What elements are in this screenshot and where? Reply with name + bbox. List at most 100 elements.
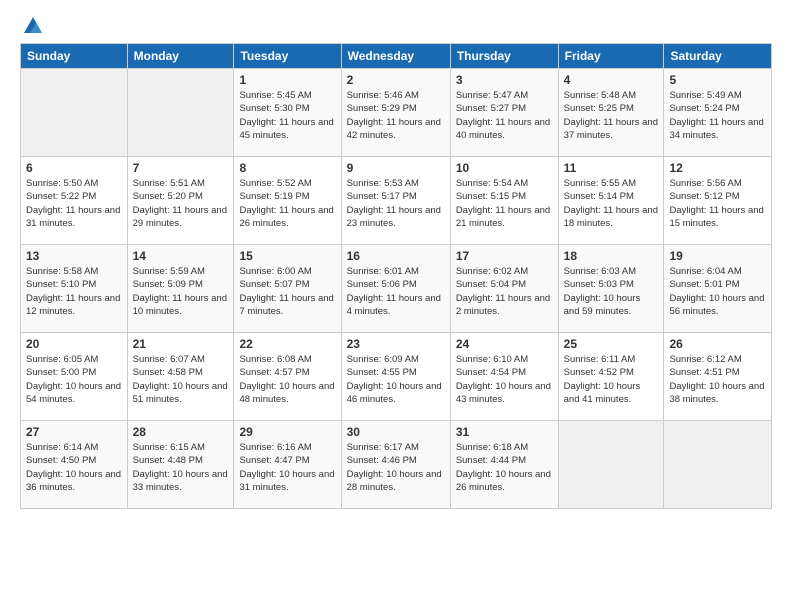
day-info: Sunrise: 6:00 AM Sunset: 5:07 PM Dayligh… [239, 265, 335, 318]
calendar-cell: 15 Sunrise: 6:00 AM Sunset: 5:07 PM Dayli… [234, 245, 341, 333]
calendar-cell: 13 Sunrise: 5:58 AM Sunset: 5:10 PM Dayli… [21, 245, 128, 333]
calendar-cell: 16Sunrise: 6:01 AM Sunset: 5:06 PM Dayli… [341, 245, 450, 333]
day-number: 9 [347, 161, 445, 175]
day-info: Sunrise: 6:15 AM Sunset: 4:48 PM Dayligh… [133, 441, 229, 494]
header [20, 15, 772, 33]
weekday-header: Wednesday [341, 44, 450, 69]
day-number: 30 [347, 425, 445, 439]
calendar-cell: 29 Sunrise: 6:16 AM Sunset: 4:47 PM Dayli… [234, 421, 341, 509]
day-number: 7 [133, 161, 229, 175]
day-info: Sunrise: 6:12 AM Sunset: 4:51 PM Dayligh… [669, 353, 766, 406]
day-info: Sunrise: 6:05 AM Sunset: 5:00 PM Dayligh… [26, 353, 122, 406]
calendar-week-row: 6 Sunrise: 5:50 AM Sunset: 5:22 PM Daylig… [21, 157, 772, 245]
day-number: 6 [26, 161, 122, 175]
day-number: 2 [347, 73, 445, 87]
calendar-cell: 7 Sunrise: 5:51 AM Sunset: 5:20 PM Daylig… [127, 157, 234, 245]
calendar-cell: 31 Sunrise: 6:18 AM Sunset: 4:44 PM Dayli… [450, 421, 558, 509]
calendar-cell [127, 69, 234, 157]
day-info: Sunrise: 5:56 AM Sunset: 5:12 PM Dayligh… [669, 177, 766, 230]
day-number: 24 [456, 337, 553, 351]
day-number: 31 [456, 425, 553, 439]
day-number: 25 [564, 337, 659, 351]
calendar-cell: 23Sunrise: 6:09 AM Sunset: 4:55 PM Dayli… [341, 333, 450, 421]
calendar-cell: 8 Sunrise: 5:52 AM Sunset: 5:19 PM Daylig… [234, 157, 341, 245]
day-info: Sunrise: 5:58 AM Sunset: 5:10 PM Dayligh… [26, 265, 122, 318]
calendar-cell: 24 Sunrise: 6:10 AM Sunset: 4:54 PM Dayli… [450, 333, 558, 421]
day-info: Sunrise: 6:10 AM Sunset: 4:54 PM Dayligh… [456, 353, 553, 406]
day-info: Sunrise: 6:04 AM Sunset: 5:01 PM Dayligh… [669, 265, 766, 318]
day-number: 12 [669, 161, 766, 175]
day-number: 3 [456, 73, 553, 87]
day-info: Sunrise: 5:45 AM Sunset: 5:30 PM Dayligh… [239, 89, 335, 142]
day-info: Sunrise: 6:03 AM Sunset: 5:03 PM Dayligh… [564, 265, 659, 318]
day-info: Sunrise: 6:07 AM Sunset: 4:58 PM Dayligh… [133, 353, 229, 406]
day-info: Sunrise: 6:14 AM Sunset: 4:50 PM Dayligh… [26, 441, 122, 494]
calendar-week-row: 20Sunrise: 6:05 AM Sunset: 5:00 PM Dayli… [21, 333, 772, 421]
day-number: 29 [239, 425, 335, 439]
day-info: Sunrise: 5:48 AM Sunset: 5:25 PM Dayligh… [564, 89, 659, 142]
day-number: 16 [347, 249, 445, 263]
day-number: 18 [564, 249, 659, 263]
day-info: Sunrise: 5:51 AM Sunset: 5:20 PM Dayligh… [133, 177, 229, 230]
weekday-header: Monday [127, 44, 234, 69]
day-info: Sunrise: 6:17 AM Sunset: 4:46 PM Dayligh… [347, 441, 445, 494]
calendar-cell: 18 Sunrise: 6:03 AM Sunset: 5:03 PM Dayli… [558, 245, 664, 333]
day-info: Sunrise: 5:49 AM Sunset: 5:24 PM Dayligh… [669, 89, 766, 142]
calendar-cell: 30 Sunrise: 6:17 AM Sunset: 4:46 PM Dayli… [341, 421, 450, 509]
weekday-header: Thursday [450, 44, 558, 69]
calendar-week-row: 13 Sunrise: 5:58 AM Sunset: 5:10 PM Dayli… [21, 245, 772, 333]
day-number: 8 [239, 161, 335, 175]
calendar-cell: 11 Sunrise: 5:55 AM Sunset: 5:14 PM Dayli… [558, 157, 664, 245]
calendar-cell: 5 Sunrise: 5:49 AM Sunset: 5:24 PM Daylig… [664, 69, 772, 157]
day-number: 23 [347, 337, 445, 351]
day-number: 10 [456, 161, 553, 175]
day-number: 22 [239, 337, 335, 351]
day-number: 11 [564, 161, 659, 175]
day-info: Sunrise: 5:50 AM Sunset: 5:22 PM Dayligh… [26, 177, 122, 230]
calendar-cell [21, 69, 128, 157]
day-info: Sunrise: 5:46 AM Sunset: 5:29 PM Dayligh… [347, 89, 445, 142]
day-info: Sunrise: 6:11 AM Sunset: 4:52 PM Dayligh… [564, 353, 659, 406]
calendar-cell: 19 Sunrise: 6:04 AM Sunset: 5:01 PM Dayli… [664, 245, 772, 333]
day-info: Sunrise: 6:08 AM Sunset: 4:57 PM Dayligh… [239, 353, 335, 406]
calendar-cell: 2 Sunrise: 5:46 AM Sunset: 5:29 PM Daylig… [341, 69, 450, 157]
page: SundayMondayTuesdayWednesdayThursdayFrid… [0, 0, 792, 612]
calendar-cell: 22 Sunrise: 6:08 AM Sunset: 4:57 PM Dayli… [234, 333, 341, 421]
calendar-cell: 12 Sunrise: 5:56 AM Sunset: 5:12 PM Dayli… [664, 157, 772, 245]
day-number: 21 [133, 337, 229, 351]
weekday-header: Saturday [664, 44, 772, 69]
calendar-cell: 6 Sunrise: 5:50 AM Sunset: 5:22 PM Daylig… [21, 157, 128, 245]
calendar-week-row: 1Sunrise: 5:45 AM Sunset: 5:30 PM Daylig… [21, 69, 772, 157]
weekday-header: Friday [558, 44, 664, 69]
day-info: Sunrise: 6:02 AM Sunset: 5:04 PM Dayligh… [456, 265, 553, 318]
day-number: 4 [564, 73, 659, 87]
day-info: Sunrise: 5:55 AM Sunset: 5:14 PM Dayligh… [564, 177, 659, 230]
day-info: Sunrise: 5:47 AM Sunset: 5:27 PM Dayligh… [456, 89, 553, 142]
day-info: Sunrise: 5:59 AM Sunset: 5:09 PM Dayligh… [133, 265, 229, 318]
calendar-cell: 9 Sunrise: 5:53 AM Sunset: 5:17 PM Daylig… [341, 157, 450, 245]
day-number: 19 [669, 249, 766, 263]
calendar-cell: 26Sunrise: 6:12 AM Sunset: 4:51 PM Dayli… [664, 333, 772, 421]
day-info: Sunrise: 5:53 AM Sunset: 5:17 PM Dayligh… [347, 177, 445, 230]
day-info: Sunrise: 6:18 AM Sunset: 4:44 PM Dayligh… [456, 441, 553, 494]
calendar-cell: 3 Sunrise: 5:47 AM Sunset: 5:27 PM Daylig… [450, 69, 558, 157]
day-number: 13 [26, 249, 122, 263]
logo [20, 15, 46, 33]
calendar-table: SundayMondayTuesdayWednesdayThursdayFrid… [20, 43, 772, 509]
logo-icon [22, 15, 44, 37]
day-info: Sunrise: 6:16 AM Sunset: 4:47 PM Dayligh… [239, 441, 335, 494]
calendar-cell: 21 Sunrise: 6:07 AM Sunset: 4:58 PM Dayli… [127, 333, 234, 421]
day-info: Sunrise: 5:52 AM Sunset: 5:19 PM Dayligh… [239, 177, 335, 230]
calendar-cell: 4 Sunrise: 5:48 AM Sunset: 5:25 PM Daylig… [558, 69, 664, 157]
day-number: 27 [26, 425, 122, 439]
calendar-cell: 20Sunrise: 6:05 AM Sunset: 5:00 PM Dayli… [21, 333, 128, 421]
calendar-cell: 14Sunrise: 5:59 AM Sunset: 5:09 PM Dayli… [127, 245, 234, 333]
calendar-header-row: SundayMondayTuesdayWednesdayThursdayFrid… [21, 44, 772, 69]
calendar-cell [664, 421, 772, 509]
calendar-cell: 17 Sunrise: 6:02 AM Sunset: 5:04 PM Dayli… [450, 245, 558, 333]
day-number: 5 [669, 73, 766, 87]
calendar-week-row: 27 Sunrise: 6:14 AM Sunset: 4:50 PM Dayli… [21, 421, 772, 509]
calendar-cell: 10Sunrise: 5:54 AM Sunset: 5:15 PM Dayli… [450, 157, 558, 245]
day-number: 17 [456, 249, 553, 263]
day-number: 15 [239, 249, 335, 263]
